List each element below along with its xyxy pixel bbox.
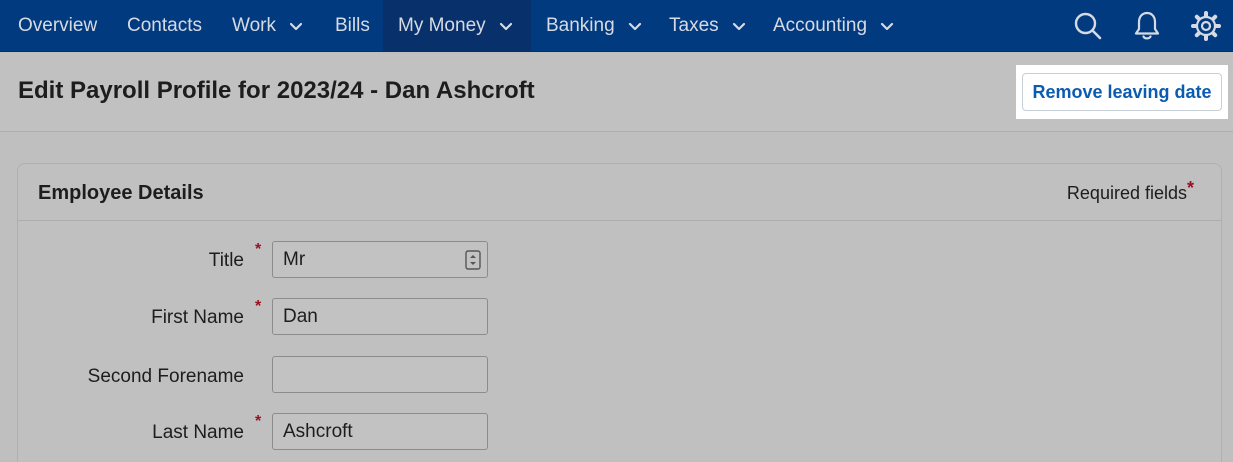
nav-label: Work bbox=[232, 15, 276, 36]
chevron-down-icon bbox=[289, 22, 303, 31]
remove-leaving-date-button[interactable]: Remove leaving date bbox=[1022, 73, 1222, 111]
nav-work[interactable]: Work bbox=[232, 0, 304, 52]
nav-accounting[interactable]: Accounting bbox=[773, 0, 895, 52]
first-name-value: Dan bbox=[283, 305, 318, 327]
nav-my-money[interactable]: My Money bbox=[383, 0, 531, 52]
top-navigation: Overview Contacts Work Bills My Money Ba… bbox=[0, 0, 1233, 52]
nav-label: Contacts bbox=[127, 15, 202, 36]
nav-taxes[interactable]: Taxes bbox=[669, 0, 747, 52]
title-value: Mr bbox=[283, 248, 306, 270]
required-marker: * bbox=[255, 413, 262, 430]
title-select[interactable]: Mr bbox=[272, 241, 488, 278]
chevron-down-icon bbox=[732, 22, 745, 31]
bell-icon[interactable] bbox=[1129, 8, 1165, 44]
nav-label: Overview bbox=[18, 15, 98, 36]
nav-contacts[interactable]: Contacts bbox=[127, 0, 202, 52]
chevron-down-icon bbox=[880, 22, 894, 31]
panel-title: Employee Details bbox=[38, 182, 204, 204]
title-label: Title bbox=[208, 250, 244, 271]
last-name-value: Ashcroft bbox=[283, 420, 353, 442]
chevron-down-icon bbox=[499, 22, 512, 31]
last-name-field[interactable]: Ashcroft bbox=[272, 413, 488, 450]
nav-label: Taxes bbox=[669, 15, 719, 36]
panel-header: Employee Details Required fields * bbox=[18, 164, 1221, 221]
nav-overview[interactable]: Overview bbox=[18, 0, 97, 52]
select-arrows-icon bbox=[465, 250, 481, 270]
last-name-label: Last Name bbox=[152, 422, 244, 443]
required-fields-label: Required fields bbox=[1066, 183, 1187, 203]
required-marker: * bbox=[255, 298, 262, 315]
second-forename-label: Second Forename bbox=[87, 366, 244, 387]
required-marker: * bbox=[255, 241, 262, 258]
nav-bills[interactable]: Bills bbox=[335, 0, 370, 52]
nav-label: My Money bbox=[398, 15, 486, 36]
nav-banking[interactable]: Banking bbox=[546, 0, 643, 52]
chevron-down-icon bbox=[628, 22, 641, 31]
first-name-field[interactable]: Dan bbox=[272, 298, 488, 335]
search-icon[interactable] bbox=[1070, 8, 1106, 44]
nav-label: Banking bbox=[546, 15, 615, 36]
second-forename-field[interactable] bbox=[272, 356, 488, 393]
required-marker: * bbox=[1186, 178, 1194, 198]
nav-label: Bills bbox=[335, 15, 370, 36]
page-title: Edit Payroll Profile for 2023/24 - Dan A… bbox=[18, 77, 535, 104]
employee-details-panel: Employee Details Required fields * Title… bbox=[17, 163, 1222, 462]
nav-label: Accounting bbox=[773, 15, 868, 36]
first-name-label: First Name bbox=[151, 307, 244, 328]
gear-icon[interactable] bbox=[1188, 8, 1224, 44]
